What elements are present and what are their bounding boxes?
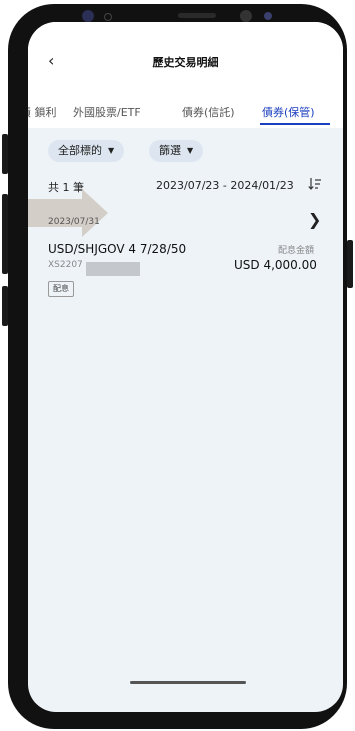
app-screen: ‹ 歷史交易明細 債 鎖利 外國股票/ETF 債券(信託) 債券(保管) 全部標…	[28, 22, 343, 712]
side-button	[2, 134, 8, 174]
tab-bar: 債 鎖利 外國股票/ETF 債券(信託) 債券(保管)	[28, 82, 343, 128]
all-assets-dropdown[interactable]: 全部標的 ▼	[48, 140, 125, 162]
record-code: XS2207	[48, 260, 83, 270]
filter-dropdown[interactable]: 篩選 ▼	[149, 140, 204, 162]
record-date: 2023/07/31	[48, 217, 100, 227]
tab-bond-trust[interactable]: 債券(信託)	[182, 104, 235, 120]
caret-down-icon: ▼	[108, 146, 115, 155]
tab-bond-custody[interactable]: 債券(保管)	[262, 104, 315, 120]
date-range[interactable]: 2023/07/23 - 2024/01/23	[156, 179, 294, 192]
side-button	[2, 286, 8, 326]
tab-foreign-stock[interactable]: 外國股票/ETF	[73, 104, 141, 120]
camera-icon	[82, 10, 94, 22]
page-title: 歷史交易明細	[152, 56, 219, 69]
record-name[interactable]: USD/SHJGOV 4 7/28/50	[48, 242, 186, 256]
side-button	[347, 240, 353, 288]
caret-down-icon: ▼	[187, 146, 194, 155]
tab-bond-lock[interactable]: 債 鎖利	[28, 104, 57, 120]
side-button	[2, 194, 8, 274]
amount-label: 配息金額	[278, 246, 315, 256]
dropdown-label: 全部標的	[58, 144, 102, 157]
pointer-arrow-icon	[28, 189, 108, 237]
sensor-icon	[264, 12, 272, 20]
header: ‹ 歷史交易明細	[28, 22, 343, 82]
chevron-right-icon[interactable]: ❯	[308, 210, 321, 229]
dropdown-label: 篩選	[159, 144, 181, 157]
speaker	[178, 13, 216, 18]
active-tab-indicator	[260, 123, 330, 125]
record-tag: 配息	[48, 281, 74, 297]
amount-value: USD 4,000.00	[234, 258, 317, 272]
phone-frame: ‹ 歷史交易明細 債 鎖利 外國股票/ETF 債券(信託) 債券(保管) 全部標…	[2, 4, 353, 729]
home-indicator[interactable]	[130, 681, 246, 684]
redacted-mask	[86, 262, 140, 276]
sensor-icon	[240, 10, 252, 22]
sensor-icon	[104, 13, 112, 21]
sort-icon[interactable]	[308, 176, 322, 192]
